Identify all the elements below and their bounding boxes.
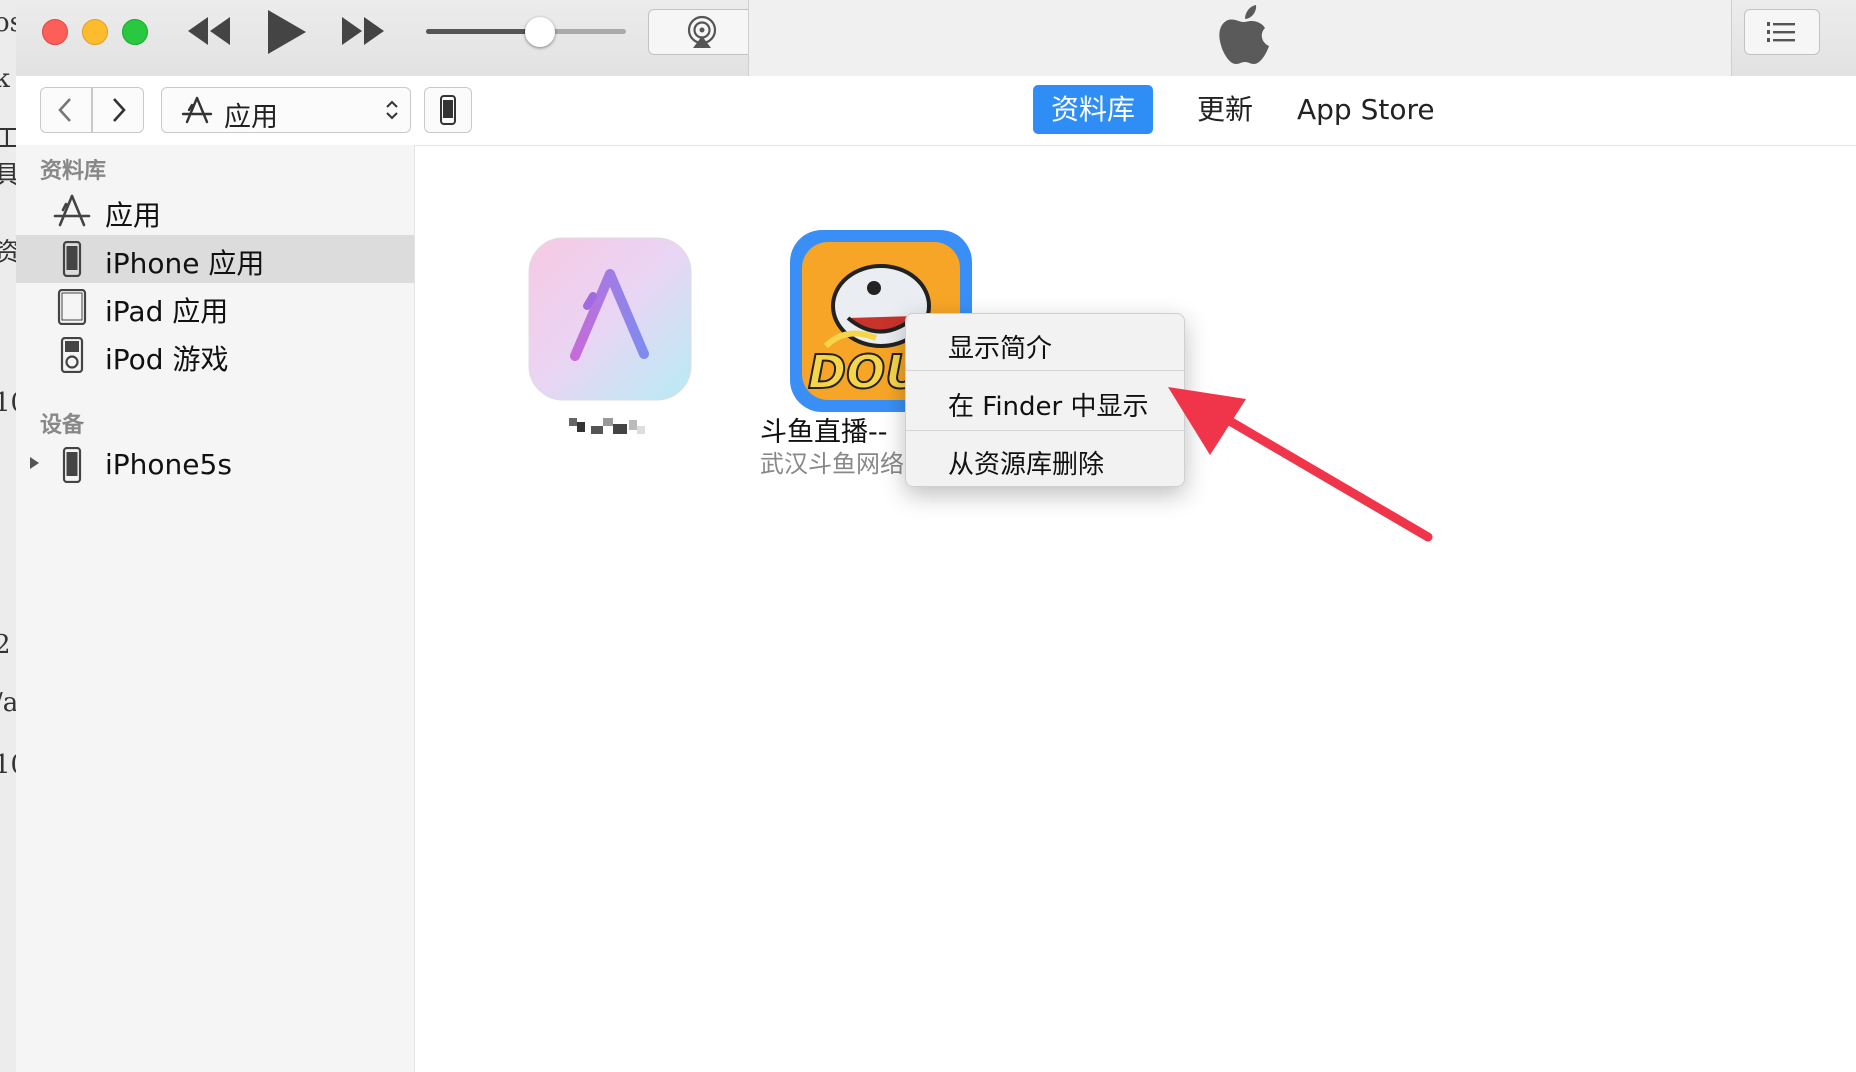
media-kind-label: 应用 [224,102,278,133]
background-window: os k 工具 资 10 2 /a 10 [0,0,17,1072]
menu-separator [906,370,1184,371]
play-icon [268,10,306,54]
list-icon [1767,22,1795,42]
rewind-icon [188,17,230,45]
sidebar-item-label: iPod 游戏 [105,343,229,376]
bg-text: /a [0,688,17,718]
media-kind-select[interactable]: 应用 [161,87,411,133]
iphone-icon [62,241,82,277]
play-button[interactable] [264,8,308,56]
sidebar-item-ipad-apps[interactable]: iPad 应用 [16,283,414,331]
list-button[interactable] [1744,9,1820,55]
sidebar-item-label: iPhone 应用 [105,247,265,280]
tab-updates[interactable]: 更新 [1179,85,1271,134]
sidebar-item-apps[interactable]: 应用 [16,187,414,235]
bg-text: os [0,8,16,38]
sidebar-item-device[interactable]: iPhone5s [16,441,414,489]
sidebar-item-ipod-games[interactable]: iPod 游戏 [16,331,414,379]
bg-text: 工具 [0,118,16,192]
context-menu: 显示简介 在 Finder 中显示 从资源库删除 [905,313,1185,487]
devices-heading: 设备 [40,413,85,438]
device-button[interactable] [424,87,472,133]
app-store-icon [181,96,213,124]
app-store-icon [53,194,91,227]
tab-app-store[interactable]: App Store [1279,85,1453,134]
menu-separator [906,430,1184,431]
fast-forward-button[interactable] [340,14,386,48]
minimize-button[interactable] [82,19,108,45]
library-heading: 资料库 [40,159,107,184]
bg-text: k [0,64,10,94]
zoom-button[interactable] [122,19,148,45]
close-button[interactable] [42,19,68,45]
bg-text: 10 [0,750,16,780]
back-button[interactable] [40,87,92,133]
menu-item-get-info[interactable]: 显示简介 [906,318,1184,374]
sidebar: 资料库 应用 iPhone 应用 iPad 应用 iPod 游戏 设备 iPho… [16,145,415,1072]
volume-fill [426,29,540,34]
chevron-right-icon [113,98,126,122]
navigation-bar: 应用 资料库 更新 App Store [16,76,1856,146]
menu-item-show-in-finder[interactable]: 在 Finder 中显示 [906,376,1184,432]
chevron-left-icon [58,98,71,122]
menu-item-label: 从资源库删除 [948,450,1105,480]
apple-logo [1219,5,1269,64]
sidebar-item-iphone-apps[interactable]: iPhone 应用 [16,235,414,283]
up-down-chevron-icon [386,100,398,120]
fast-forward-icon [342,17,384,45]
disclosure-triangle-icon[interactable] [28,456,40,470]
bg-text: 2 [0,630,11,660]
sidebar-item-label: iPad 应用 [105,295,229,328]
app-store-icon [528,237,692,401]
app-name-redacted [567,414,651,436]
airplay-button[interactable] [648,9,756,55]
menu-item-label: 在 Finder 中显示 [948,392,1149,422]
annotation-arrow [1168,387,1433,542]
sidebar-item-label: iPhone5s [105,448,232,481]
sidebar-item-label: 应用 [105,199,162,232]
forward-button[interactable] [92,87,144,133]
app-tile[interactable] [527,236,693,446]
app-developer: 武汉斗鱼网络 [760,450,904,478]
rewind-button[interactable] [186,14,232,48]
iphone-icon [62,447,82,483]
title-bar [16,0,1856,77]
menu-item-label: 显示简介 [948,334,1053,364]
iphone-icon [440,95,456,125]
volume-knob[interactable] [525,17,555,47]
volume-slider[interactable] [426,17,626,47]
tab-library[interactable]: 资料库 [1033,85,1154,134]
bg-text: 10 [0,388,16,418]
lcd-display [748,0,1732,76]
airplay-icon [687,15,717,48]
ipad-icon [57,289,87,325]
ipod-icon [60,337,84,373]
bg-text: 资 [0,232,16,269]
menu-item-delete-from-library[interactable]: 从资源库删除 [906,434,1184,490]
